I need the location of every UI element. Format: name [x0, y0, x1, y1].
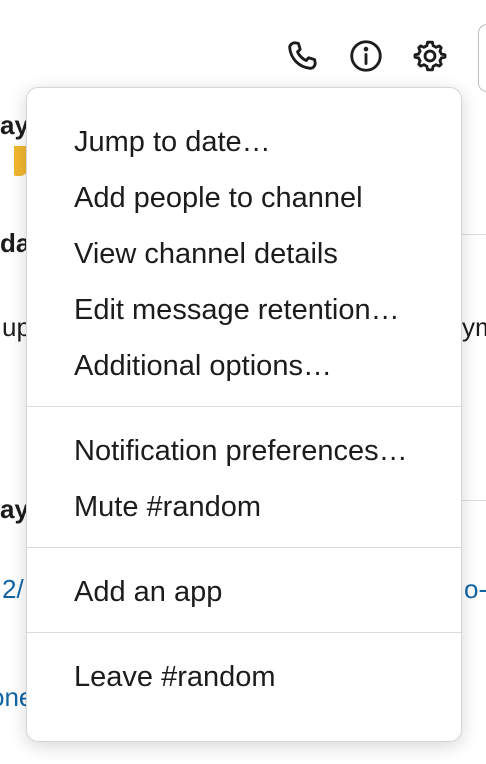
menu-item-add-people[interactable]: Add people to channel	[27, 172, 461, 228]
channel-settings-button[interactable]	[410, 36, 450, 76]
menu-section-notifications: Notification preferences… Mute #random	[27, 425, 461, 547]
menu-separator	[27, 632, 461, 633]
menu-separator	[27, 406, 461, 407]
call-button[interactable]	[282, 36, 322, 76]
menu-item-additional-options[interactable]: Additional options…	[27, 340, 461, 396]
menu-item-jump-to-date[interactable]: Jump to date…	[27, 116, 461, 172]
menu-section-apps: Add an app	[27, 566, 461, 632]
menu-item-leave-channel[interactable]: Leave #random	[27, 651, 461, 707]
message-link-fragment-right[interactable]: o-	[464, 576, 486, 602]
info-icon	[350, 40, 382, 72]
menu-section-leave: Leave #random	[27, 651, 461, 717]
menu-item-mute-channel[interactable]: Mute #random	[27, 481, 461, 537]
menu-section-channel: Jump to date… Add people to channel View…	[27, 116, 461, 406]
channel-settings-menu: Jump to date… Add people to channel View…	[26, 87, 462, 742]
phone-icon	[288, 41, 317, 70]
menu-item-edit-message-retention[interactable]: Edit message retention…	[27, 284, 461, 340]
menu-item-view-channel-details[interactable]: View channel details	[27, 228, 461, 284]
message-link-fragment[interactable]: 2/	[2, 576, 24, 602]
gear-icon	[413, 40, 447, 72]
menu-item-add-app[interactable]: Add an app	[27, 566, 461, 622]
message-divider	[462, 500, 486, 501]
menu-item-notification-preferences[interactable]: Notification preferences…	[27, 425, 461, 481]
channel-details-button[interactable]	[346, 36, 386, 76]
menu-separator	[27, 547, 461, 548]
message-divider	[462, 234, 486, 235]
message-text-fragment-right: ym	[462, 312, 486, 342]
search-box-edge[interactable]	[478, 24, 486, 92]
